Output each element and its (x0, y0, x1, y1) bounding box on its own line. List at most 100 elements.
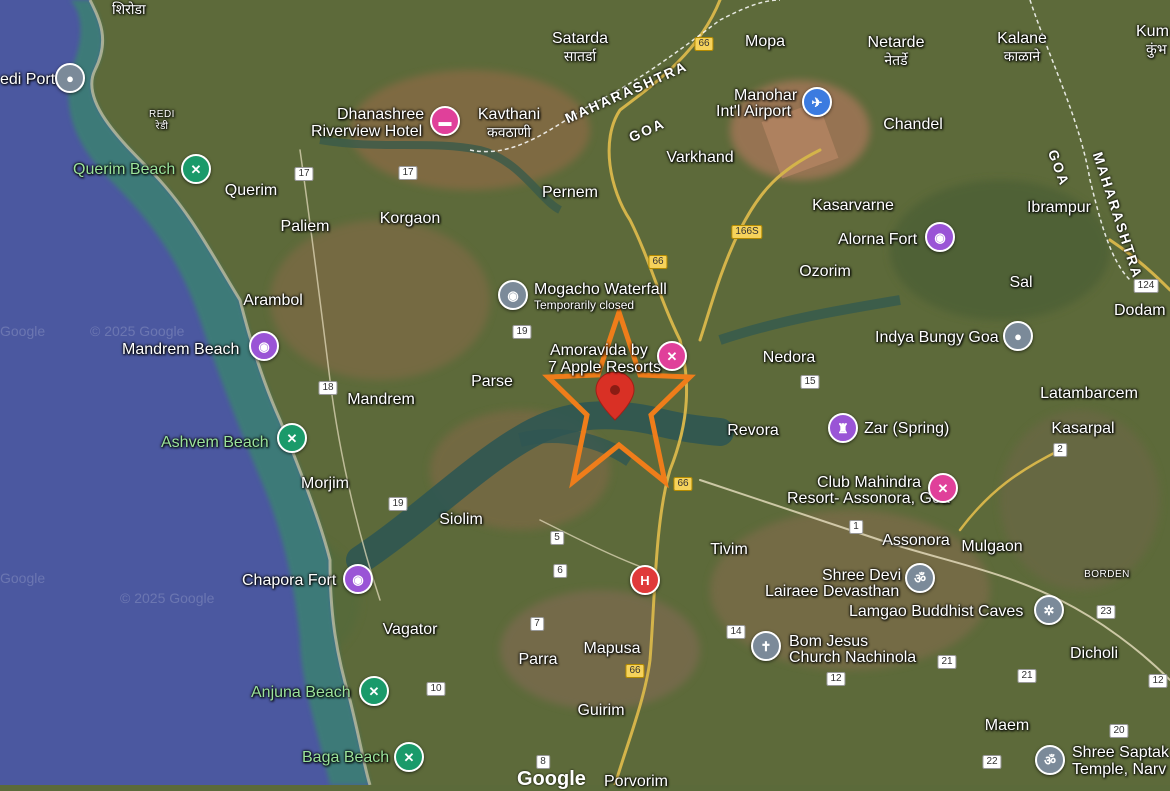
road-shield: 124 (1133, 279, 1159, 293)
poi-status: Temporarily closed (534, 298, 635, 312)
watermark: Google (0, 570, 46, 586)
place-label: Revora (727, 422, 779, 439)
road-shield: 5 (550, 531, 564, 545)
beach-icon[interactable]: ✕ (359, 676, 389, 706)
place-label: नेतर्डे (884, 52, 908, 68)
place-label: BORDEN (1084, 569, 1130, 580)
place-label: Morjim (301, 475, 349, 492)
place-label: Chandel (883, 116, 943, 133)
poi-label: Temple, Narv (1072, 761, 1167, 778)
poi-label: Mogacho Waterfall (534, 281, 667, 298)
place-label: कुंभ (1146, 41, 1167, 57)
poi-label: Riverview Hotel (311, 123, 423, 140)
place-label: Arambol (243, 292, 303, 309)
poi-label: Amoravida by (550, 342, 648, 359)
place-label: सातर्डा (563, 48, 597, 64)
road-shield: 66 (694, 37, 714, 51)
place-label: Ozorim (799, 263, 851, 280)
road-shield: 2 (1053, 443, 1067, 457)
camera-icon[interactable]: ◉ (343, 564, 373, 594)
place-label: Parra (518, 651, 558, 668)
beach-icon[interactable]: ✕ (277, 423, 307, 453)
camera-icon[interactable]: ◉ (498, 280, 528, 310)
google-logo: Google (517, 768, 586, 790)
beach-icon[interactable]: ✕ (394, 742, 424, 772)
place-label: Kalane (997, 30, 1047, 47)
road-shield: 6 (553, 564, 567, 578)
landmark-icon[interactable]: ♜ (828, 413, 858, 443)
place-label: शिरोडा (112, 1, 146, 17)
poi-label: Club Mahindra (817, 474, 922, 491)
camera-icon[interactable]: ◉ (249, 331, 279, 361)
place-label: Dodam (1114, 302, 1166, 319)
buddhist-icon[interactable]: ✲ (1034, 595, 1064, 625)
place-label: Dicholi (1069, 645, 1119, 662)
road-shield: 66 (673, 477, 693, 491)
place-label: Mapusa (583, 640, 641, 657)
poi-label: 7 Apple Resorts (548, 359, 661, 376)
poi-label: Bom Jesus (789, 633, 869, 650)
road-shield: 8 (536, 755, 550, 769)
place-label: Varkhand (666, 149, 734, 166)
place-label: Nedora (762, 349, 816, 366)
poi-label: Dhanashree (337, 106, 425, 123)
road-shield: 19 (388, 497, 408, 511)
road-shield: 1 (849, 520, 863, 534)
place-label: edi Port (0, 71, 56, 88)
location-pin-icon[interactable]: ● (55, 63, 85, 93)
hospital-icon[interactable]: H (630, 565, 660, 595)
place-label: Maem (984, 717, 1030, 734)
place-label: रेडी (155, 121, 169, 132)
place-label: Paliem (280, 218, 330, 235)
church-icon[interactable]: ✝ (751, 631, 781, 661)
poi-label: Indya Bungy Goa (875, 329, 999, 346)
poi-label: Lairaee Devasthan (765, 583, 900, 600)
resort-icon[interactable]: ✕ (657, 341, 687, 371)
place-label: काळाने (1003, 48, 1041, 64)
place-label: Porvorim (604, 773, 669, 790)
beach-icon[interactable]: ✕ (181, 154, 211, 184)
place-label: Korgaon (379, 210, 441, 227)
place-label: कवठाणी (486, 124, 532, 140)
place-label: Latambarcem (1040, 385, 1138, 402)
road-shield: 19 (512, 325, 532, 339)
place-label: REDI (149, 109, 175, 120)
road-shield: 14 (726, 625, 746, 639)
poi-label: Querim Beach (73, 161, 176, 178)
camera-icon[interactable]: ◉ (925, 222, 955, 252)
road-shield: 23 (1096, 605, 1116, 619)
place-label: Parse (471, 373, 513, 390)
place-label: Guirim (577, 702, 625, 719)
road-shield: 20 (1109, 724, 1129, 738)
poi-label: Shree Devi (822, 567, 902, 584)
watermark: © 2025 Google (120, 590, 215, 606)
road-shield: 17 (294, 167, 314, 181)
temple-icon[interactable]: ॐ (1035, 745, 1065, 775)
airport-icon[interactable]: ✈ (802, 87, 832, 117)
hotel-icon[interactable]: ▬ (430, 106, 460, 136)
place-label: Kasarvarne (812, 197, 894, 214)
poi-label: Mandrem Beach (122, 341, 240, 358)
location-pin-icon[interactable]: ● (1003, 321, 1033, 351)
watermark: © 2025 Google (90, 323, 185, 339)
place-label: Kasarpal (1051, 420, 1115, 437)
road-shield: 66 (625, 664, 645, 678)
road-shield: 12 (1148, 674, 1168, 688)
poi-label: Resort- Assonora, Goa (787, 490, 950, 507)
place-label: Assonora (882, 532, 950, 549)
place-label: Mopa (744, 33, 786, 50)
place-label: Kavthani (477, 106, 541, 123)
road-shield: 10 (426, 682, 446, 696)
resort-icon[interactable]: ✕ (928, 473, 958, 503)
road-shield: 21 (1017, 669, 1037, 683)
road-shield: 15 (800, 375, 820, 389)
poi-label: Baga Beach (302, 749, 390, 766)
road-shield: 17 (398, 166, 418, 180)
watermark: Google (0, 323, 46, 339)
road-shield: 12 (826, 672, 846, 686)
road-shield: 22 (982, 755, 1002, 769)
poi-label: Chapora Fort (242, 572, 337, 589)
poi-label: Shree Saptak (1072, 744, 1169, 761)
road-shield: 18 (318, 381, 338, 395)
temple-icon[interactable]: ॐ (905, 563, 935, 593)
